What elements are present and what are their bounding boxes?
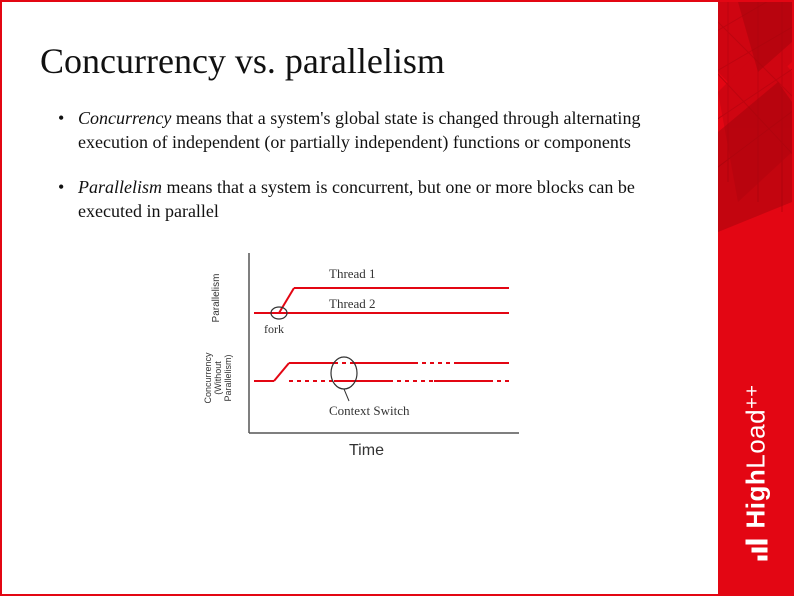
annotation-context-switch: Context Switch — [329, 403, 410, 418]
term: Concurrency — [78, 108, 171, 128]
y-label-concurrency-line3: Parallelism) — [223, 355, 233, 402]
bullet-list: Concurrency means that a system's global… — [40, 106, 688, 223]
brand-suffix: ++ — [742, 385, 764, 409]
brand-light: Load — [741, 409, 771, 469]
slide: Concurrency vs. parallelism Concurrency … — [0, 0, 794, 596]
logo-bars-icon — [745, 537, 767, 561]
sidebar-decor-icon — [718, 2, 792, 302]
bullet-item: Concurrency means that a system's global… — [62, 106, 688, 155]
diagram-svg: Parallelism Concurrency (Without Paralle… — [189, 243, 539, 463]
annotation-fork: fork — [264, 322, 284, 336]
y-label-concurrency-line2: (Without — [213, 361, 223, 395]
annotation-thread1: Thread 1 — [329, 266, 376, 281]
bullet-item: Parallelism means that a system is concu… — [62, 175, 688, 224]
y-label-concurrency-line1: Concurrency — [203, 352, 213, 404]
diagram: Parallelism Concurrency (Without Paralle… — [189, 243, 539, 468]
slide-content: Concurrency vs. parallelism Concurrency … — [2, 2, 718, 594]
brand-bold: High — [741, 469, 771, 529]
sidebar: HighLoad++ — [718, 2, 792, 594]
y-label-parallelism: Parallelism — [211, 274, 222, 323]
term: Parallelism — [78, 177, 162, 197]
slide-title: Concurrency vs. parallelism — [40, 40, 688, 82]
annotation-thread2: Thread 2 — [329, 296, 376, 311]
bullet-text: means that a system is concurrent, but o… — [78, 177, 635, 221]
x-label-time: Time — [349, 442, 384, 459]
brand: HighLoad++ — [718, 294, 792, 594]
